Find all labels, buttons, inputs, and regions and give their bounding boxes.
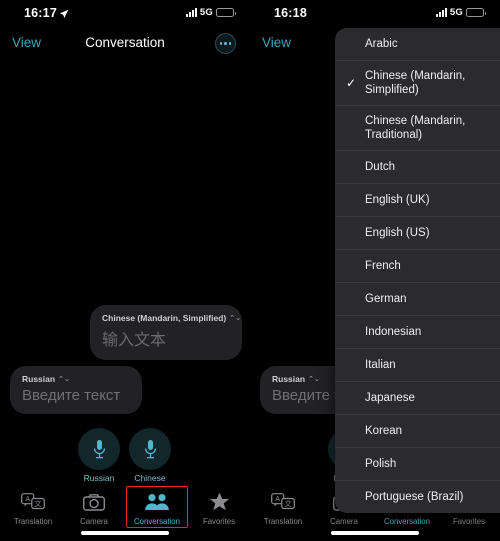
language-option[interactable]: ✓ Chinese (Mandarin, Simplified) (335, 61, 500, 106)
language-option-label: Korean (365, 425, 403, 437)
status-time: 16:17 (24, 6, 57, 20)
tab-label: Translation (263, 517, 303, 526)
home-indicator[interactable] (81, 531, 169, 535)
language-dropdown[interactable]: Arabic ✓ Chinese (Mandarin, Simplified) Chi… (335, 28, 500, 513)
chevron-updown-icon: ⌃⌄ (58, 375, 70, 383)
star-icon (188, 491, 250, 513)
status-bar-left: 16:17 5G (0, 0, 250, 28)
network-label: 5G (449, 7, 463, 18)
language-option[interactable]: Chinese (Mandarin, Traditional) (335, 106, 500, 151)
checkmark-icon: ✓ (346, 76, 357, 90)
language-option[interactable]: Arabic (335, 28, 500, 61)
language-option[interactable]: Portuguese (Brazil) (335, 481, 500, 513)
language-option[interactable]: Polish (335, 448, 500, 481)
screenshot-root: 16:17 5G View Conversation Chinese (Mand… (0, 0, 500, 541)
language-option-label: German (365, 293, 407, 305)
language-option[interactable]: English (UK) (335, 184, 500, 217)
bubble-placeholder[interactable]: 输入文本 (102, 326, 230, 350)
tab-label: Translation (13, 517, 53, 526)
location-arrow-icon (59, 9, 69, 22)
status-bar-right: 16:18 5G (250, 0, 500, 28)
bubble-language-selector[interactable]: Chinese (Mandarin, Simplified) ⌃⌄ (102, 313, 241, 323)
mic-row-left: Russian Chinese (0, 428, 250, 488)
battery-icon (216, 8, 236, 17)
ellipsis-circle-icon[interactable] (215, 33, 236, 54)
language-option[interactable]: Italian (335, 349, 500, 382)
battery-icon (466, 8, 486, 17)
microphone-icon (93, 440, 105, 459)
bubble-placeholder[interactable]: Введите текст (22, 387, 130, 404)
language-option-label: Portuguese (Brazil) (365, 491, 464, 503)
highlight-box-conversation (126, 486, 188, 528)
language-option[interactable]: Dutch (335, 151, 500, 184)
language-option-label: Italian (365, 359, 396, 371)
bubble-language-label: Chinese (Mandarin, Simplified) (102, 313, 227, 323)
language-option-label: Japanese (365, 392, 415, 404)
tab-label: Camera (80, 517, 108, 526)
language-option[interactable]: Korean (335, 415, 500, 448)
language-option[interactable]: Japanese (335, 382, 500, 415)
page-title: Conversation (85, 35, 165, 50)
tab-label: Favorites (452, 517, 486, 526)
cellular-bars-icon (435, 8, 447, 17)
language-option-label: Chinese (Mandarin, Simplified) (365, 70, 466, 96)
language-option-label: Dutch (365, 161, 396, 173)
chat-bubble-russian[interactable]: Russian ⌃⌄ Введите текст (10, 366, 142, 414)
tab-bar-left: A文 Translation Camera Conversation Favor… (0, 485, 250, 541)
mic-button-chinese[interactable] (129, 428, 171, 470)
back-button[interactable]: View (262, 35, 291, 50)
language-option-label: Polish (365, 458, 397, 470)
nav-bar-left: View Conversation (0, 30, 250, 60)
bubble-language-label: Russian (272, 374, 306, 384)
language-option-label: French (365, 260, 401, 272)
home-indicator[interactable] (331, 531, 419, 535)
language-option[interactable]: French (335, 250, 500, 283)
translation-icon: A文 (252, 491, 314, 513)
tab-label: Conversation (384, 517, 430, 526)
chevron-updown-icon: ⌃⌄ (308, 375, 320, 383)
svg-text:A: A (25, 496, 30, 503)
language-option-label: Arabic (365, 38, 398, 50)
svg-text:文: 文 (285, 499, 292, 508)
tab-camera[interactable]: Camera (63, 491, 125, 526)
status-time: 16:18 (274, 6, 307, 20)
chevron-updown-icon: ⌃⌄ (229, 314, 241, 322)
bubble-language-selector[interactable]: Russian ⌃⌄ (22, 374, 130, 384)
camera-icon (63, 491, 125, 513)
bubble-language-label: Russian (22, 374, 56, 384)
chat-bubble-chinese[interactable]: Chinese (Mandarin, Simplified) ⌃⌄ 输入文本 (90, 305, 242, 360)
tab-label: Camera (330, 517, 358, 526)
status-icons: 5G (435, 7, 486, 18)
left-phone-screen: 16:17 5G View Conversation Chinese (Mand… (0, 0, 250, 541)
tab-favorites[interactable]: Favorites (188, 491, 250, 526)
translation-icon: A文 (2, 491, 64, 513)
tab-label: Favorites (202, 517, 236, 526)
language-option-label: English (UK) (365, 194, 430, 206)
network-label: 5G (199, 7, 213, 18)
language-option-label: English (US) (365, 227, 430, 239)
svg-text:A: A (275, 496, 280, 503)
mic-button-russian[interactable] (78, 428, 120, 470)
language-option[interactable]: German (335, 283, 500, 316)
status-icons: 5G (185, 7, 236, 18)
tab-translation[interactable]: A文 Translation (252, 491, 314, 526)
mic-label-chinese: Chinese (134, 473, 166, 483)
tab-translation[interactable]: A文 Translation (2, 491, 64, 526)
microphone-icon (144, 440, 156, 459)
language-option[interactable]: Indonesian (335, 316, 500, 349)
language-option[interactable]: English (US) (335, 217, 500, 250)
cellular-bars-icon (185, 8, 197, 17)
language-option-label: Chinese (Mandarin, Traditional) (365, 115, 466, 141)
svg-text:文: 文 (35, 499, 42, 508)
language-option-label: Indonesian (365, 326, 422, 338)
